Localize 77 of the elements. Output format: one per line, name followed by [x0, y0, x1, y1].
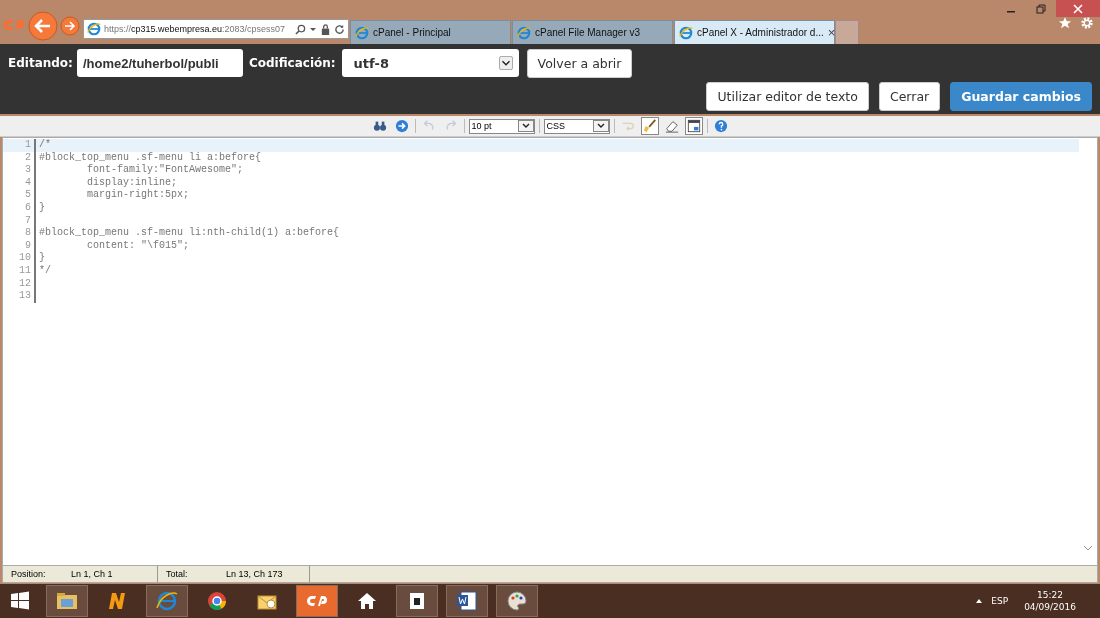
- line-number: 11: [3, 264, 36, 278]
- caret-icon[interactable]: [309, 25, 317, 33]
- reopen-button[interactable]: Volver a abrir: [526, 48, 633, 78]
- clock-date[interactable]: 04/09/2016: [1024, 601, 1076, 613]
- chrome-icon: [205, 589, 229, 613]
- code-line: }: [38, 252, 45, 265]
- syntax-select[interactable]: CSS: [543, 118, 610, 134]
- browser-icon: [355, 25, 369, 40]
- line-number: 1: [3, 139, 36, 152]
- line-number: 6: [3, 201, 36, 215]
- header-button[interactable]: Cerrar: [878, 81, 941, 111]
- line-number: 7: [3, 214, 36, 228]
- browser-icon: [87, 22, 101, 36]
- status-value: Ln 13, Ch 173: [226, 569, 283, 579]
- code-line: }: [38, 201, 45, 215]
- scroll-down-icon[interactable]: [1083, 545, 1093, 551]
- line-number: 12: [3, 277, 36, 291]
- search-icon[interactable]: [295, 23, 306, 35]
- address-bar[interactable]: https://cp315.webempresa.eu:2083/cpsess07: [83, 19, 349, 39]
- clock-time[interactable]: 15:22: [1037, 589, 1064, 601]
- code-line: content: "\f015";: [86, 239, 190, 253]
- line-number: 13: [3, 290, 36, 303]
- line-number: 3: [3, 164, 36, 177]
- close-icon[interactable]: [1073, 3, 1083, 14]
- font-size-select[interactable]: 10 pt: [468, 118, 535, 134]
- taskbar-button[interactable]: [446, 585, 488, 617]
- url-text: https://cp315.webempresa.eu:2083/cpsess07: [104, 24, 287, 34]
- code-line: /*: [38, 139, 51, 152]
- taskbar-button[interactable]: [496, 585, 538, 617]
- close-button[interactable]: [1056, 0, 1100, 17]
- code-line: font-family:"FontAwesome";: [86, 164, 244, 177]
- header-button[interactable]: Utilizar editor de texto: [706, 81, 869, 111]
- refresh-icon[interactable]: [334, 23, 345, 35]
- browser-icon: [155, 589, 179, 613]
- settings-icon[interactable]: [1080, 16, 1094, 30]
- encoding-select[interactable]: utf-8: [341, 49, 519, 77]
- browser-tab[interactable]: cPanel X - Administrador d... ×: [674, 20, 835, 44]
- restore-icon[interactable]: [1036, 3, 1046, 14]
- brush-icon[interactable]: [640, 117, 659, 135]
- window-icon[interactable]: [684, 117, 703, 135]
- line-number: 8: [3, 227, 36, 240]
- language-indicator[interactable]: ESP: [991, 596, 1009, 606]
- status-label: Total:: [166, 569, 189, 579]
- dropdown-caret-icon[interactable]: [498, 56, 513, 70]
- status-value: Ln 1, Ch 1: [71, 569, 113, 579]
- line-number: 10: [3, 252, 36, 265]
- dropdown-caret-icon[interactable]: [592, 120, 609, 132]
- line-number: 9: [3, 239, 36, 253]
- star-icon[interactable]: [1058, 16, 1072, 30]
- lock-icon: [320, 23, 331, 35]
- close-tab-icon[interactable]: ×: [827, 25, 836, 40]
- line-number: 2: [3, 151, 36, 165]
- taskbar-button[interactable]: [396, 585, 438, 617]
- code-line: #block_top_menu .sf-menu li:nth-child(1) a:before{: [38, 227, 340, 240]
- code-line: #block_top_menu .sf-menu li a:before{: [38, 151, 262, 164]
- line-number: 5: [3, 189, 36, 202]
- path-field[interactable]: /home2/tuherbol/publi: [76, 49, 243, 77]
- cpanel-logo-icon: [4, 18, 24, 32]
- code-line: display:inline;: [86, 176, 178, 189]
- back-button[interactable]: [28, 11, 58, 41]
- code-line: margin-right:5px;: [86, 189, 190, 202]
- start-icon[interactable]: [10, 591, 30, 611]
- code-line: */: [38, 264, 51, 278]
- browser-icon: [517, 25, 531, 40]
- path-label: Editando:: [8, 56, 73, 70]
- document-icon: [455, 589, 479, 613]
- browser-tab[interactable]: cPanel - Principal: [350, 20, 511, 44]
- encoding-label: Codificación:: [248, 56, 336, 70]
- line-number: 4: [3, 176, 36, 190]
- forward-button[interactable]: [60, 16, 80, 36]
- save-button[interactable]: Guardar cambios: [950, 81, 1092, 111]
- browser-tab[interactable]: cPanel File Manager v3: [512, 20, 673, 44]
- browser-icon: [679, 25, 693, 40]
- dropdown-caret-icon[interactable]: [517, 120, 534, 132]
- status-label: Position:: [11, 569, 47, 579]
- caret-up-icon[interactable]: [975, 597, 984, 605]
- palette-icon: [505, 589, 529, 613]
